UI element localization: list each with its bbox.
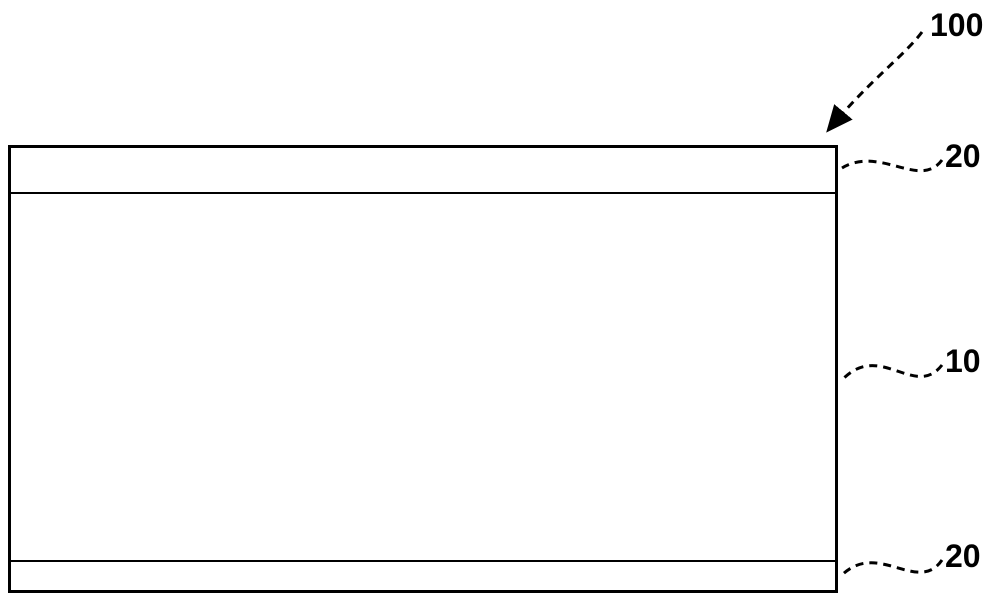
leader-bottom-thin-layer [0, 0, 1000, 596]
label-assembly: 100 [930, 9, 983, 41]
diagram-canvas: { "diagram": { "labels": { "assembly": "… [0, 0, 1000, 596]
label-top-thin-layer: 20 [945, 140, 981, 172]
label-middle-layer: 10 [945, 345, 981, 377]
label-bottom-thin-layer: 20 [945, 540, 981, 572]
